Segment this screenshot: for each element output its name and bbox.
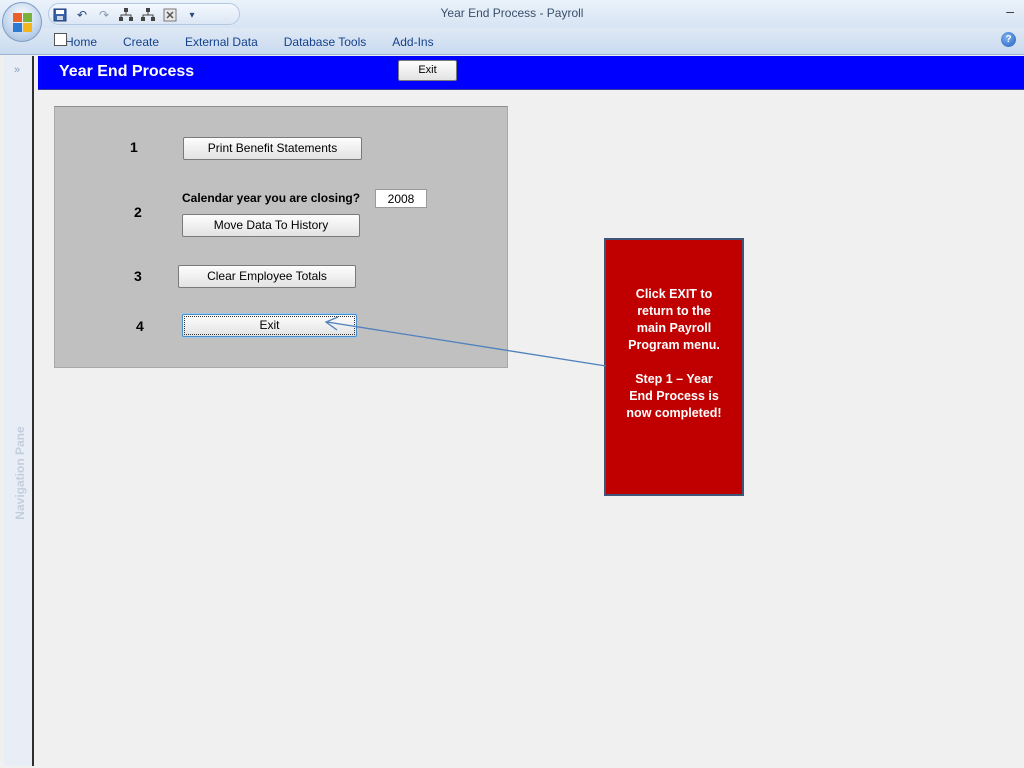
closing-year-input[interactable] [375, 189, 427, 208]
tab-add-ins[interactable]: Add-Ins [384, 33, 441, 51]
help-icon[interactable]: ? [1001, 32, 1016, 47]
step-number: 1 [130, 139, 138, 155]
minimize-button[interactable]: – [1006, 3, 1014, 19]
tab-external-data[interactable]: External Data [177, 33, 266, 51]
office-button[interactable] [2, 2, 42, 42]
callout-text: Click EXIT to return to the main Payroll… [626, 287, 722, 420]
title-bar: ↶ ↷ ▾ Year End Process - Payroll – [0, 0, 1024, 28]
move-data-to-history-button[interactable]: Move Data To History [182, 214, 360, 237]
document-icon[interactable] [54, 33, 67, 46]
navigation-pane[interactable]: » Navigation Pane [4, 56, 34, 766]
navigation-pane-label: Navigation Pane [13, 426, 27, 520]
closing-year-label: Calendar year you are closing? [182, 191, 361, 205]
exit-button[interactable]: Exit [182, 314, 357, 337]
header-exit-button[interactable]: Exit [398, 60, 457, 81]
expand-chevron-icon[interactable]: » [14, 64, 20, 76]
tab-create[interactable]: Create [115, 33, 167, 51]
tab-database-tools[interactable]: Database Tools [276, 33, 375, 51]
step-number: 3 [134, 268, 142, 284]
step-number: 2 [134, 204, 142, 220]
print-benefit-statements-button[interactable]: Print Benefit Statements [183, 137, 362, 160]
window-title: Year End Process - Payroll [440, 6, 584, 20]
ribbon-tab-bar: Home Create External Data Database Tools… [0, 28, 1024, 55]
clear-employee-totals-button[interactable]: Clear Employee Totals [178, 265, 356, 288]
ribbon-tabs: Home Create External Data Database Tools… [57, 33, 452, 51]
form-header: Year End Process Exit [38, 56, 1024, 90]
office-logo-icon [13, 13, 33, 33]
instruction-callout: Click EXIT to return to the main Payroll… [604, 238, 744, 496]
step-number: 4 [136, 318, 144, 334]
form-title: Year End Process [59, 63, 195, 80]
